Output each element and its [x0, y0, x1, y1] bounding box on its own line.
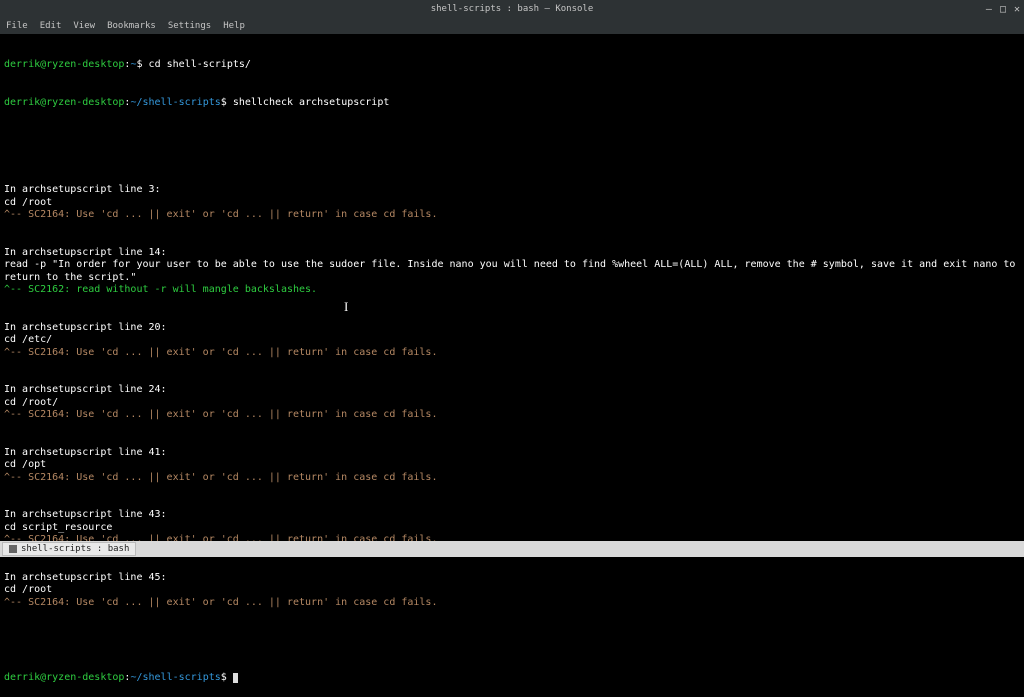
prompt-user: derrik@ryzen-desktop	[4, 97, 124, 108]
shellcheck-header: In archsetupscript line 3:	[4, 184, 1020, 197]
shellcheck-code: cd /root	[4, 197, 1020, 210]
shellcheck-header: In archsetupscript line 41:	[4, 447, 1020, 460]
window-title: shell-scripts : bash — Konsole	[431, 4, 594, 14]
shellcheck-header: In archsetupscript line 43:	[4, 509, 1020, 522]
shellcheck-code: cd /root	[4, 584, 1020, 597]
prompt-path: ~/shell-scripts	[130, 672, 220, 683]
taskbar-item-label: shell-scripts : bash	[21, 544, 129, 554]
menubar: File Edit View Bookmarks Settings Help	[0, 18, 1024, 34]
maximize-icon[interactable]: □	[1000, 4, 1006, 15]
window-controls: – □ ✕	[986, 4, 1020, 15]
shellcheck-note: ^-- SC2164: Use 'cd ... || exit' or 'cd …	[4, 597, 1020, 610]
menu-help[interactable]: Help	[223, 21, 245, 31]
shellcheck-header: In archsetupscript line 14:	[4, 247, 1020, 260]
shellcheck-header: In archsetupscript line 45:	[4, 572, 1020, 585]
terminal-cursor-icon	[233, 673, 238, 683]
shellcheck-note: ^-- SC2164: Use 'cd ... || exit' or 'cd …	[4, 347, 1020, 360]
shellcheck-code: cd /etc/	[4, 334, 1020, 347]
terminal-output[interactable]: derrik@ryzen-desktop:~$ cd shell-scripts…	[0, 34, 1024, 697]
taskbar-item[interactable]: shell-scripts : bash	[2, 542, 136, 556]
command-shellcheck: shellcheck archsetupscript	[233, 97, 390, 108]
prompt-path: ~/shell-scripts	[130, 97, 220, 108]
menu-file[interactable]: File	[6, 21, 28, 31]
minimize-icon[interactable]: –	[986, 4, 992, 15]
shellcheck-note: ^-- SC2164: Use 'cd ... || exit' or 'cd …	[4, 209, 1020, 222]
shellcheck-note: ^-- SC2164: Use 'cd ... || exit' or 'cd …	[4, 472, 1020, 485]
shellcheck-code: cd script_resource	[4, 522, 1020, 535]
command-cd: cd shell-scripts/	[149, 59, 251, 70]
menu-settings[interactable]: Settings	[168, 21, 211, 31]
prompt-user: derrik@ryzen-desktop	[4, 59, 124, 70]
prompt-user: derrik@ryzen-desktop	[4, 672, 124, 683]
terminal-app-icon	[9, 545, 17, 553]
shellcheck-code: cd /root/	[4, 397, 1020, 410]
shellcheck-header: In archsetupscript line 20:	[4, 322, 1020, 335]
shellcheck-note: ^-- SC2162: read without -r will mangle …	[4, 284, 1020, 297]
shellcheck-code: read -p "In order for your user to be ab…	[4, 259, 1020, 284]
close-icon[interactable]: ✕	[1014, 4, 1020, 15]
menu-view[interactable]: View	[73, 21, 95, 31]
menu-bookmarks[interactable]: Bookmarks	[107, 21, 156, 31]
menu-edit[interactable]: Edit	[40, 21, 62, 31]
shellcheck-header: In archsetupscript line 24:	[4, 384, 1020, 397]
window-titlebar: shell-scripts : bash — Konsole – □ ✕	[0, 0, 1024, 18]
taskbar: shell-scripts : bash	[0, 541, 1024, 557]
shellcheck-code: cd /opt	[4, 459, 1020, 472]
shellcheck-note: ^-- SC2164: Use 'cd ... || exit' or 'cd …	[4, 409, 1020, 422]
